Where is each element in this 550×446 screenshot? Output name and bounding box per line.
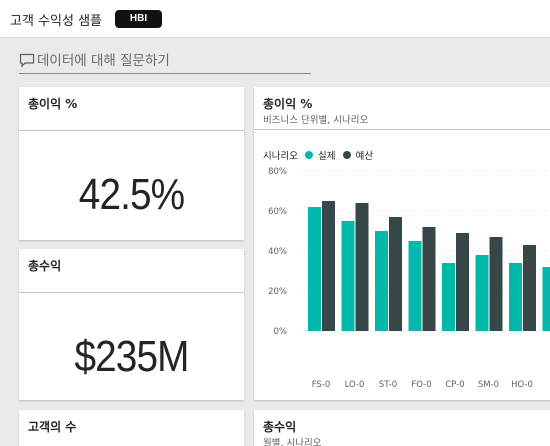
x-tick-label: CP-0: [445, 380, 464, 390]
bar: [355, 203, 369, 331]
kpi-value: $235M: [74, 332, 189, 381]
gross-margin-chart-tile[interactable]: 총이익 % 비즈니스 단위별, 시나리오 시나리오 실제 예산 80% 60% 40…: [254, 87, 550, 400]
bar: [456, 233, 469, 331]
bar: [389, 217, 402, 331]
bar: [509, 263, 522, 331]
x-tick-label: LO-0: [345, 380, 365, 390]
gross-margin-card[interactable]: 총이익 % 42.5%: [19, 87, 244, 240]
x-tick-label: FO-0: [411, 380, 431, 390]
top-bar: 고객 수익성 샘플 HBI: [0, 0, 550, 38]
revenue-chart-tile[interactable]: 총수익 월별, 시나리오: [254, 410, 550, 446]
bar: [341, 221, 355, 331]
kpi-value: 42.5%: [78, 170, 185, 219]
bar: [408, 241, 422, 331]
bar: [322, 201, 335, 331]
x-tick-label: HO-0: [511, 380, 533, 390]
tile-title: 총수익: [28, 259, 62, 273]
qa-input[interactable]: [37, 50, 309, 72]
bar: [442, 263, 455, 331]
hbi-badge[interactable]: HBI: [115, 10, 162, 28]
tile-title: 총수익: [263, 420, 297, 434]
bar: [542, 267, 550, 331]
y-tick-label: 0%: [274, 327, 288, 337]
y-tick-label: 60%: [268, 207, 287, 217]
revenue-card[interactable]: 총수익 $235M: [19, 249, 244, 400]
bar: [475, 255, 489, 331]
x-tick-label: FS-0: [312, 380, 331, 390]
qa-box[interactable]: [19, 50, 311, 74]
app-title: 고객 수익성 샘플: [10, 14, 102, 29]
y-tick-label: 40%: [268, 247, 287, 257]
divider: [19, 130, 244, 131]
bar: [489, 237, 503, 331]
tile-title: 총이익 %: [28, 97, 78, 111]
bar: [308, 207, 321, 331]
divider: [19, 292, 244, 293]
x-tick-label: ST-0: [379, 380, 397, 390]
tile-subtitle: 월별, 시나리오: [263, 438, 322, 446]
customers-card[interactable]: 고객의 수: [19, 410, 244, 446]
bar-chart: 80% 60% 40% 20% 0% FS-0 LO-0 ST-0 FO-0 CP-0 SM-0 HO…: [268, 167, 550, 390]
x-tick-label: SM-0: [478, 380, 499, 390]
tile-title: 고객의 수: [28, 420, 77, 434]
bar: [422, 227, 436, 331]
chat-bubble-icon: [19, 53, 35, 68]
y-tick-label: 80%: [268, 167, 287, 177]
y-tick-label: 20%: [268, 287, 287, 297]
bar: [375, 231, 388, 331]
bar: [523, 245, 536, 331]
